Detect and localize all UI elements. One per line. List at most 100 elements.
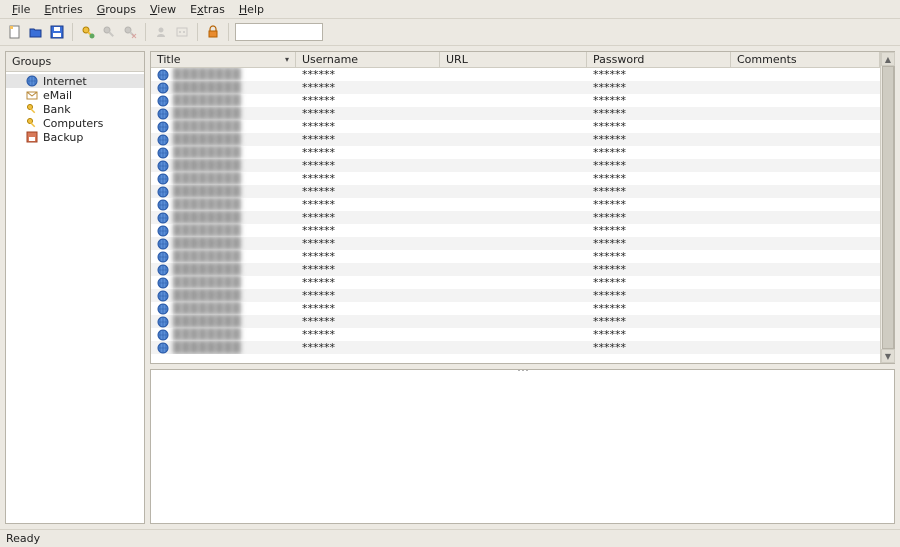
table-row[interactable]: ████████************ — [151, 263, 880, 276]
table-row[interactable]: ████████************ — [151, 120, 880, 133]
table-row[interactable]: ████████************ — [151, 341, 880, 354]
toolbar-separator — [228, 23, 229, 41]
disk-icon — [26, 131, 38, 143]
copy-user-icon[interactable] — [152, 23, 170, 41]
table-row[interactable]: ████████************ — [151, 211, 880, 224]
sidebar-item-label: Computers — [43, 117, 103, 130]
cell-title: ████████ — [151, 237, 296, 250]
menu-help[interactable]: Help — [233, 2, 270, 17]
entry-title: ████████ — [173, 185, 241, 198]
sidebar-item-computers[interactable]: Computers — [6, 116, 144, 130]
groups-panel: Groups InterneteMailBankComputersBackup — [5, 51, 145, 524]
toolbar-separator — [197, 23, 198, 41]
table-row[interactable]: ████████************ — [151, 328, 880, 341]
add-entry-icon[interactable] — [79, 23, 97, 41]
sidebar-item-backup[interactable]: Backup — [6, 130, 144, 144]
table-row[interactable]: ████████************ — [151, 107, 880, 120]
sidebar-item-bank[interactable]: Bank — [6, 102, 144, 116]
cell-title: ████████ — [151, 107, 296, 120]
cell-title: ████████ — [151, 315, 296, 328]
table-row[interactable]: ████████************ — [151, 276, 880, 289]
cell-password: ****** — [587, 315, 731, 328]
cell-password: ****** — [587, 81, 731, 94]
column-header-url[interactable]: URL — [440, 52, 587, 67]
globe-icon — [157, 82, 169, 94]
entries-table: Title▾ Username URL Password Comments ██… — [151, 52, 880, 363]
table-row[interactable]: ████████************ — [151, 94, 880, 107]
table-row[interactable]: ████████************ — [151, 68, 880, 81]
column-header-password[interactable]: Password — [587, 52, 731, 67]
cell-password: ****** — [587, 68, 731, 81]
table-row[interactable]: ████████************ — [151, 302, 880, 315]
key-icon — [26, 117, 38, 129]
cell-username: ****** — [296, 263, 440, 276]
scroll-down-icon[interactable]: ▼ — [881, 349, 895, 363]
table-row[interactable]: ████████************ — [151, 250, 880, 263]
table-row[interactable]: ████████************ — [151, 133, 880, 146]
globe-icon — [157, 186, 169, 198]
scroll-thumb[interactable] — [882, 66, 894, 349]
search-input[interactable] — [235, 23, 323, 41]
mail-icon — [26, 89, 38, 101]
sidebar-item-label: Backup — [43, 131, 83, 144]
column-header-username[interactable]: Username — [296, 52, 440, 67]
cell-password: ****** — [587, 237, 731, 250]
column-header-title[interactable]: Title▾ — [151, 52, 296, 67]
table-row[interactable]: ████████************ — [151, 146, 880, 159]
scroll-up-icon[interactable]: ▲ — [881, 52, 895, 66]
cell-title: ████████ — [151, 250, 296, 263]
sidebar-item-internet[interactable]: Internet — [6, 74, 144, 88]
menu-extras[interactable]: Extras — [184, 2, 231, 17]
open-file-icon[interactable] — [27, 23, 45, 41]
delete-entry-icon[interactable] — [121, 23, 139, 41]
save-file-icon[interactable] — [48, 23, 66, 41]
entry-title: ████████ — [173, 120, 241, 133]
table-row[interactable]: ████████************ — [151, 224, 880, 237]
lock-icon[interactable] — [204, 23, 222, 41]
menu-entries[interactable]: Entries — [38, 2, 88, 17]
splitter-grip-icon[interactable] — [508, 369, 538, 373]
table-row[interactable]: ████████************ — [151, 159, 880, 172]
globe-icon — [157, 264, 169, 276]
column-header-comments[interactable]: Comments — [731, 52, 880, 67]
copy-password-icon[interactable] — [173, 23, 191, 41]
menu-bar: File Entries Groups View Extras Help — [0, 0, 900, 19]
cell-username: ****** — [296, 302, 440, 315]
menu-view[interactable]: View — [144, 2, 182, 17]
globe-icon — [157, 316, 169, 328]
table-body: ████████************████████************… — [151, 68, 880, 354]
cell-title: ████████ — [151, 328, 296, 341]
new-file-icon[interactable] — [6, 23, 24, 41]
cell-username: ****** — [296, 159, 440, 172]
globe-icon — [157, 251, 169, 263]
cell-title: ████████ — [151, 94, 296, 107]
vertical-scrollbar[interactable]: ▲ ▼ — [880, 52, 894, 363]
table-row[interactable]: ████████************ — [151, 315, 880, 328]
table-row[interactable]: ████████************ — [151, 81, 880, 94]
cell-title: ████████ — [151, 133, 296, 146]
menu-file[interactable]: File — [6, 2, 36, 17]
cell-username: ****** — [296, 237, 440, 250]
globe-icon — [157, 160, 169, 172]
table-row[interactable]: ████████************ — [151, 185, 880, 198]
cell-title: ████████ — [151, 120, 296, 133]
globe-icon — [157, 147, 169, 159]
cell-password: ****** — [587, 172, 731, 185]
table-row[interactable]: ████████ ****** ****** — [151, 237, 880, 250]
table-row[interactable]: ████████************ — [151, 289, 880, 302]
menu-groups[interactable]: Groups — [91, 2, 142, 17]
cell-title: ████████ — [151, 159, 296, 172]
table-row[interactable]: ████████************ — [151, 198, 880, 211]
cell-title: ████████ — [151, 224, 296, 237]
sidebar-item-label: eMail — [43, 89, 72, 102]
entry-title: ████████ — [173, 198, 241, 211]
cell-password: ****** — [587, 276, 731, 289]
cell-password: ****** — [587, 224, 731, 237]
table-row[interactable]: ████████************ — [151, 172, 880, 185]
globe-icon — [157, 212, 169, 224]
sidebar-item-email[interactable]: eMail — [6, 88, 144, 102]
cell-username: ****** — [296, 315, 440, 328]
edit-entry-icon[interactable] — [100, 23, 118, 41]
entry-title: ████████ — [173, 237, 241, 250]
cell-title: ████████ — [151, 302, 296, 315]
